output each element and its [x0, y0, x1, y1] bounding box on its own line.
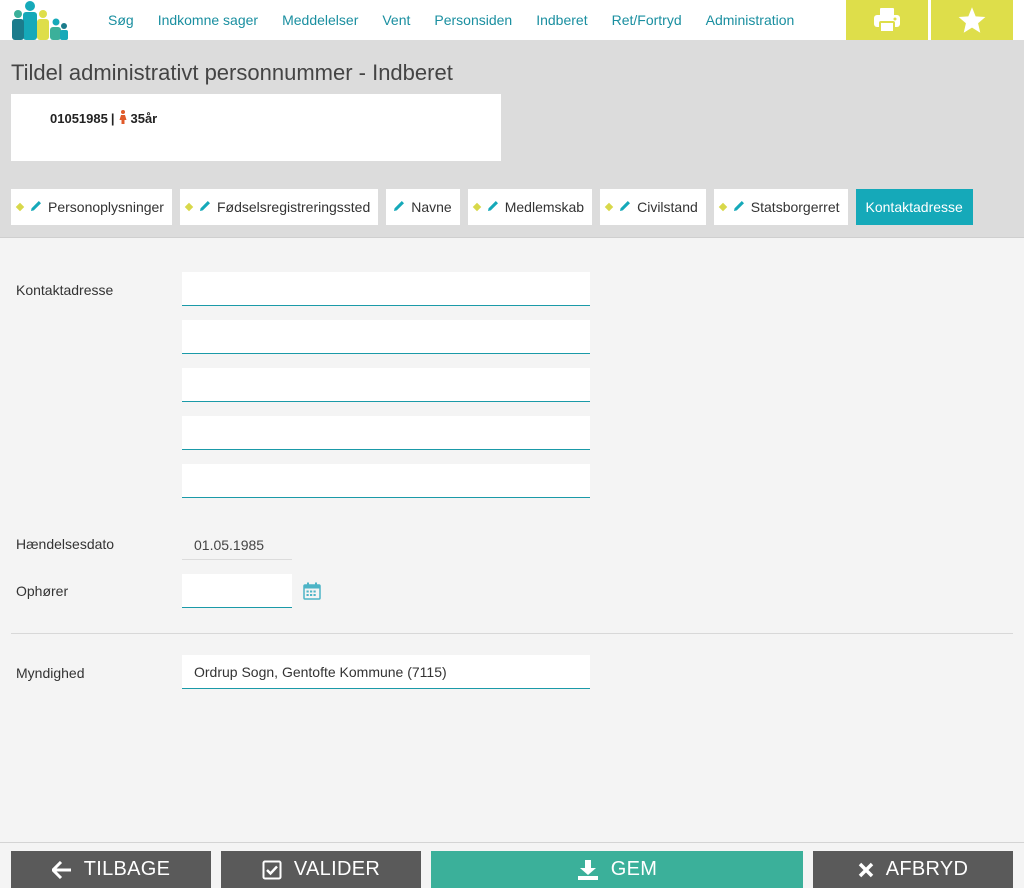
- contact-address-line-4[interactable]: [182, 416, 590, 450]
- authority-label: Myndighed: [16, 665, 85, 681]
- nav-link-search[interactable]: Søg: [108, 12, 134, 28]
- nav-link-incoming-cases[interactable]: Indkomne sager: [158, 12, 258, 28]
- status-dot-icon: [15, 202, 25, 212]
- favorite-button[interactable]: [931, 0, 1013, 40]
- contact-address-label: Kontaktadresse: [16, 282, 114, 298]
- tab-label: Fødselsregistreringssted: [216, 199, 371, 215]
- tab-label: Navne: [411, 199, 452, 215]
- validate-button-label: VALIDER: [293, 858, 381, 880]
- tab-label: Statsborgerret: [750, 199, 840, 215]
- event-date-value: 01.05.1985: [182, 528, 292, 560]
- status-dot-icon: [718, 202, 728, 212]
- top-navigation: Søg Indkomne sager Meddelelser Vent Pers…: [0, 0, 1024, 40]
- status-dot-icon: [604, 202, 614, 212]
- nav-link-administration[interactable]: Administration: [706, 12, 795, 28]
- pencil-icon: [392, 199, 406, 216]
- event-date-label: Hændelsesdato: [16, 536, 115, 552]
- nav-link-messages[interactable]: Meddelelser: [282, 12, 358, 28]
- section-divider: [11, 633, 1013, 634]
- ends-date-input[interactable]: [182, 574, 292, 608]
- validate-button[interactable]: VALIDER: [221, 851, 421, 888]
- nav-links: Søg Indkomne sager Meddelelser Vent Pers…: [96, 0, 806, 40]
- tab-label: Civilstand: [637, 199, 698, 215]
- status-dot-icon: [184, 202, 194, 212]
- tab-label: Personoplysninger: [48, 199, 164, 215]
- printer-icon: [874, 8, 900, 33]
- pencil-icon: [486, 199, 500, 216]
- person-summary: 01051985 | 35år: [50, 110, 157, 127]
- contact-address-line-5[interactable]: [182, 464, 590, 498]
- save-button[interactable]: GEM: [431, 851, 803, 888]
- tab-label: Kontaktadresse: [865, 199, 963, 215]
- contact-address-line-3[interactable]: [182, 368, 590, 402]
- cancel-button[interactable]: AFBRYD: [813, 851, 1013, 888]
- cancel-button-label: AFBRYD: [885, 858, 969, 880]
- person-separator: |: [110, 111, 115, 126]
- tab-foedselsregistreringssted[interactable]: Fødselsregistreringssted: [179, 189, 379, 225]
- back-button-label: TILBAGE: [83, 858, 171, 880]
- pencil-icon: [732, 199, 746, 216]
- contact-address-line-1[interactable]: [182, 272, 590, 306]
- pencil-icon: [198, 199, 212, 216]
- nav-link-edit-undo[interactable]: Ret/Fortryd: [612, 12, 682, 28]
- page-title: Tildel administrativt personnummer - Ind…: [11, 60, 453, 85]
- tab-kontaktadresse[interactable]: Kontaktadresse: [855, 189, 973, 225]
- tab-statsborgerret[interactable]: Statsborgerret: [713, 189, 848, 225]
- tab-medlemskab[interactable]: Medlemskab: [467, 189, 593, 225]
- section-tabs: Personoplysninger Fødselsregistreringsst…: [11, 189, 981, 225]
- save-button-label: GEM: [610, 858, 658, 880]
- pencil-icon: [29, 199, 43, 216]
- back-button[interactable]: TILBAGE: [11, 851, 211, 888]
- ends-date-label: Ophører: [16, 583, 69, 599]
- female-person-icon: [119, 110, 127, 127]
- status-dot-icon: [472, 202, 481, 212]
- star-icon: [958, 7, 986, 33]
- app-logo[interactable]: [10, 0, 68, 40]
- authority-field[interactable]: Ordrup Sogn, Gentofte Kommune (7115): [182, 655, 590, 689]
- person-age: 35år: [130, 111, 158, 126]
- tab-civilstand[interactable]: Civilstand: [600, 189, 706, 225]
- nav-link-report[interactable]: Indberet: [536, 12, 587, 28]
- checkbox-checked-icon: [262, 860, 282, 879]
- tab-navne[interactable]: Navne: [386, 189, 460, 225]
- tab-personoplysninger[interactable]: Personoplysninger: [11, 189, 172, 225]
- calendar-icon[interactable]: [303, 582, 321, 605]
- person-summary-card: 01051985 | 35år: [11, 94, 501, 161]
- page-header: Tildel administrativt personnummer - Ind…: [0, 40, 1024, 238]
- tab-label: Medlemskab: [504, 199, 585, 215]
- nav-link-wait[interactable]: Vent: [382, 12, 410, 28]
- pencil-icon: [618, 199, 632, 216]
- contact-address-line-2[interactable]: [182, 320, 590, 354]
- person-cpr: 01051985: [50, 111, 108, 126]
- download-icon: [577, 859, 598, 880]
- nav-link-person-page[interactable]: Personsiden: [434, 12, 512, 28]
- print-button[interactable]: [846, 0, 928, 40]
- close-icon: [858, 862, 873, 877]
- arrow-left-icon: [51, 860, 71, 879]
